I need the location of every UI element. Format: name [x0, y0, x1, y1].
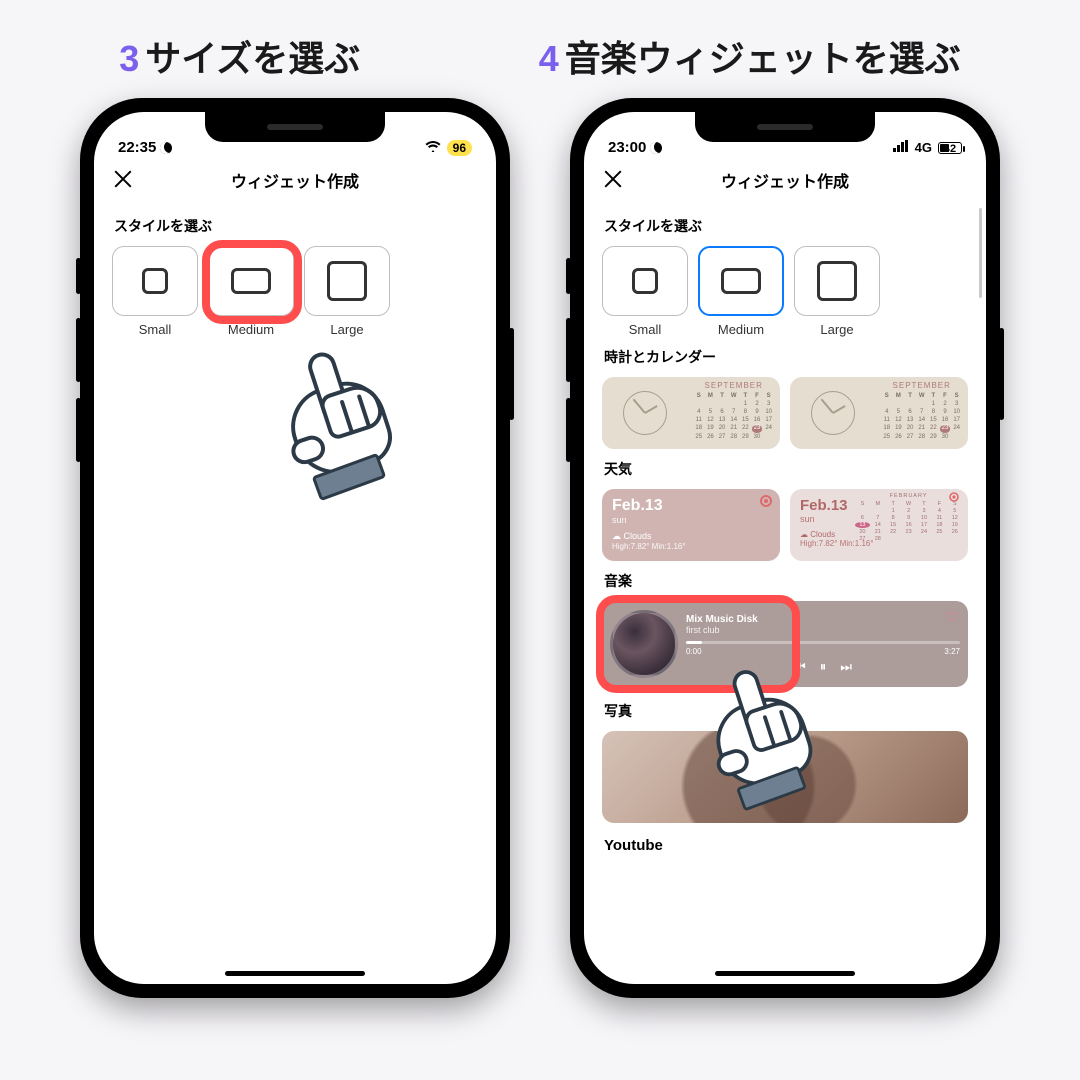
size-option-large[interactable]	[794, 246, 880, 316]
caption-step4-text: 音楽ウィジェットを選ぶ	[565, 38, 961, 79]
size-label-large: Large	[820, 322, 853, 337]
widget-clock-calendar-1[interactable]: SEPTEMBERSMTWTFS123456789101112131415161…	[602, 377, 780, 449]
status-time: 22:35	[118, 139, 156, 156]
weather-section-label: 天気	[604, 459, 966, 479]
nav-title: ウィジェット作成	[231, 168, 359, 192]
nav-bar: ウィジェット作成	[584, 158, 986, 202]
mini-calendar-feb: SMTWTFS123456789101112131415161718192021…	[855, 501, 962, 542]
battery-icon: 42	[938, 142, 962, 154]
widget-weather-1[interactable]: Feb.13 sun ☁ Clouds High:7.82° Min:1.16°	[602, 489, 780, 561]
size-label-medium: Medium	[228, 322, 274, 337]
music-prev-icon[interactable]: ⏮	[794, 659, 806, 675]
phone-left: 22:35 96 ウィジェット作成 スタイルを選ぶ	[80, 98, 510, 998]
style-section-label: スタイルを選ぶ	[114, 216, 476, 236]
photo-section-label: 写真	[604, 701, 966, 721]
phone-volume-down	[566, 398, 571, 462]
style-section-label: スタイルを選ぶ	[604, 216, 966, 236]
size-label-medium: Medium	[718, 322, 764, 337]
size-option-medium[interactable]	[208, 246, 294, 316]
phone-volume-down	[76, 398, 81, 462]
music-favorite-icon[interactable]: ♡	[945, 609, 958, 626]
network-label: 4G	[915, 140, 932, 155]
home-indicator[interactable]	[225, 971, 365, 976]
close-button[interactable]	[602, 168, 624, 190]
caption-step3: 3サイズを選ぶ	[119, 30, 360, 82]
music-title: Mix Music Disk	[686, 614, 960, 625]
music-artist: first club	[686, 625, 960, 635]
wifi-icon	[425, 139, 441, 156]
phone-mute-switch	[566, 258, 571, 294]
caption-step4: 4音楽ウィジェットを選ぶ	[539, 30, 961, 82]
music-time-elapsed: 0:00	[686, 647, 702, 656]
size-label-small: Small	[139, 322, 172, 337]
phone-power-button	[999, 328, 1004, 420]
caption-step3-number: 3	[119, 38, 139, 79]
music-progress-bar[interactable]	[686, 641, 960, 644]
pointer-hand-icon	[244, 320, 394, 490]
status-time: 23:00	[608, 139, 646, 156]
phone-notch	[205, 112, 385, 142]
size-label-large: Large	[330, 322, 363, 337]
mini-calendar-2: SMTWTFS123456789101112131415161718192021…	[881, 393, 962, 441]
nav-bar: ウィジェット作成	[94, 158, 496, 202]
phone-notch	[695, 112, 875, 142]
size-option-small[interactable]	[112, 246, 198, 316]
music-pause-icon[interactable]: ⏸	[820, 659, 827, 675]
size-picker: Small Medium Large	[112, 246, 478, 337]
size-option-large[interactable]	[304, 246, 390, 316]
caption-step4-number: 4	[539, 38, 559, 79]
mini-calendar-1: SMTWTFS123456789101112131415161718192021…	[693, 393, 774, 441]
phone-mute-switch	[76, 258, 81, 294]
music-time-total: 3:27	[944, 647, 960, 656]
location-pin-icon	[949, 492, 959, 502]
widget-clock-calendar-2[interactable]: SEPTEMBERSMTWTFS123456789101112131415161…	[790, 377, 968, 449]
size-picker: Small Medium Large	[602, 246, 968, 337]
battery-pill: 96	[447, 140, 472, 156]
clock-section-label: 時計とカレンダー	[604, 347, 966, 367]
widget-music-player[interactable]: Mix Music Disk first club 0:00 3:27 ⏮ ⏸ ⏭	[602, 601, 968, 687]
close-button[interactable]	[112, 168, 134, 190]
youtube-section-label: Youtube	[604, 837, 966, 854]
widget-weather-2[interactable]: Feb.13 sun ☁ Clouds High:7.82° Min:1.16°…	[790, 489, 968, 561]
scroll-indicator[interactable]	[979, 208, 982, 298]
music-section-label: 音楽	[604, 571, 966, 591]
dnd-moon-icon	[650, 142, 662, 154]
album-art	[610, 610, 678, 678]
location-pin-icon	[760, 495, 772, 507]
size-label-small: Small	[629, 322, 662, 337]
music-next-icon[interactable]: ⏭	[840, 659, 852, 675]
caption-step3-text: サイズを選ぶ	[145, 38, 360, 79]
nav-title: ウィジェット作成	[721, 168, 849, 192]
phone-volume-up	[566, 318, 571, 382]
dnd-moon-icon	[160, 142, 172, 154]
phone-volume-up	[76, 318, 81, 382]
cellular-signal-icon	[893, 139, 909, 156]
widget-photo[interactable]	[602, 731, 968, 823]
size-option-medium[interactable]	[698, 246, 784, 316]
phone-power-button	[509, 328, 514, 420]
phone-right: 23:00 4G 42 ウィジェット作成	[570, 98, 1000, 998]
home-indicator[interactable]	[715, 971, 855, 976]
size-option-small[interactable]	[602, 246, 688, 316]
